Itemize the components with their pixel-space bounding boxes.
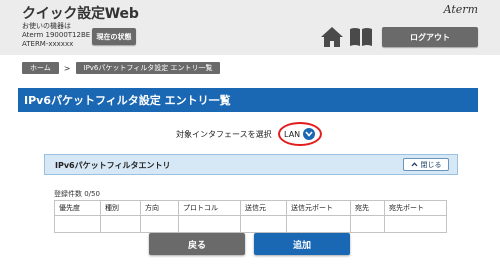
brand-logo: Aterm <box>443 3 478 16</box>
back-button[interactable]: 戻る <box>149 233 245 255</box>
current-status-button[interactable]: 現在の状態 <box>92 28 136 45</box>
filter-entry-table: 優先度 種別 方向 プロトコル 送信元 送信元ポート 宛先 宛先ポート <box>54 200 447 233</box>
breadcrumb: ホーム > IPv6パケットフィルタ設定 エントリ一覧 <box>22 62 221 74</box>
column-header-destination: 宛先 <box>350 200 385 216</box>
book-icon[interactable] <box>349 27 373 47</box>
filter-entry-panel-header: IPv6パケットフィルタエントリ 閉じる <box>44 154 458 175</box>
app-title: クイック設定Web <box>22 6 139 22</box>
column-header-destination-port: 宛先ポート <box>384 200 447 216</box>
interface-label: 対象インタフェースを選択 <box>176 129 272 139</box>
device-model: Aterm 19000T12BE <box>22 31 91 39</box>
column-header-direction: 方向 <box>140 200 179 216</box>
interface-value: LAN <box>284 129 301 139</box>
column-header-source: 送信元 <box>240 200 287 216</box>
column-header-protocol: プロトコル <box>178 200 241 216</box>
column-header-type: 種別 <box>100 200 141 216</box>
table-header-row: 優先度 種別 方向 プロトコル 送信元 送信元ポート 宛先 宛先ポート <box>54 200 447 216</box>
device-label: お使いの機器は <box>22 22 71 30</box>
interface-select[interactable]: LAN <box>277 122 322 146</box>
table-empty-row <box>54 215 447 233</box>
collapse-button[interactable]: 閉じる <box>403 158 449 171</box>
add-button[interactable]: 追加 <box>254 233 350 255</box>
page-title: IPv6パケットフィルタ設定 エントリ一覧 <box>18 88 478 112</box>
chevron-down-icon <box>303 128 316 140</box>
logout-button[interactable]: ログアウト <box>382 27 478 47</box>
breadcrumb-separator: > <box>63 63 71 73</box>
column-header-priority: 優先度 <box>54 200 101 216</box>
breadcrumb-current: IPv6パケットフィルタ設定 エントリ一覧 <box>75 62 221 74</box>
breadcrumb-home[interactable]: ホーム <box>22 62 59 74</box>
chevron-up-icon <box>411 162 417 167</box>
device-info: お使いの機器は Aterm 19000T12BE ATERM-xxxxxx <box>22 22 90 49</box>
column-header-source-port: 送信元ポート <box>286 200 351 216</box>
header: クイック設定Web お使いの機器は Aterm 19000T12BE ATERM… <box>0 0 500 55</box>
device-id: ATERM-xxxxxx <box>22 40 74 48</box>
panel-title: IPv6パケットフィルタエントリ <box>55 161 171 170</box>
collapse-label: 閉じる <box>420 160 442 169</box>
home-icon[interactable] <box>320 26 344 48</box>
interface-selector-row: 対象インタフェースを選択 LAN <box>176 122 322 146</box>
entry-count: 登録件数 0/50 <box>54 190 100 198</box>
